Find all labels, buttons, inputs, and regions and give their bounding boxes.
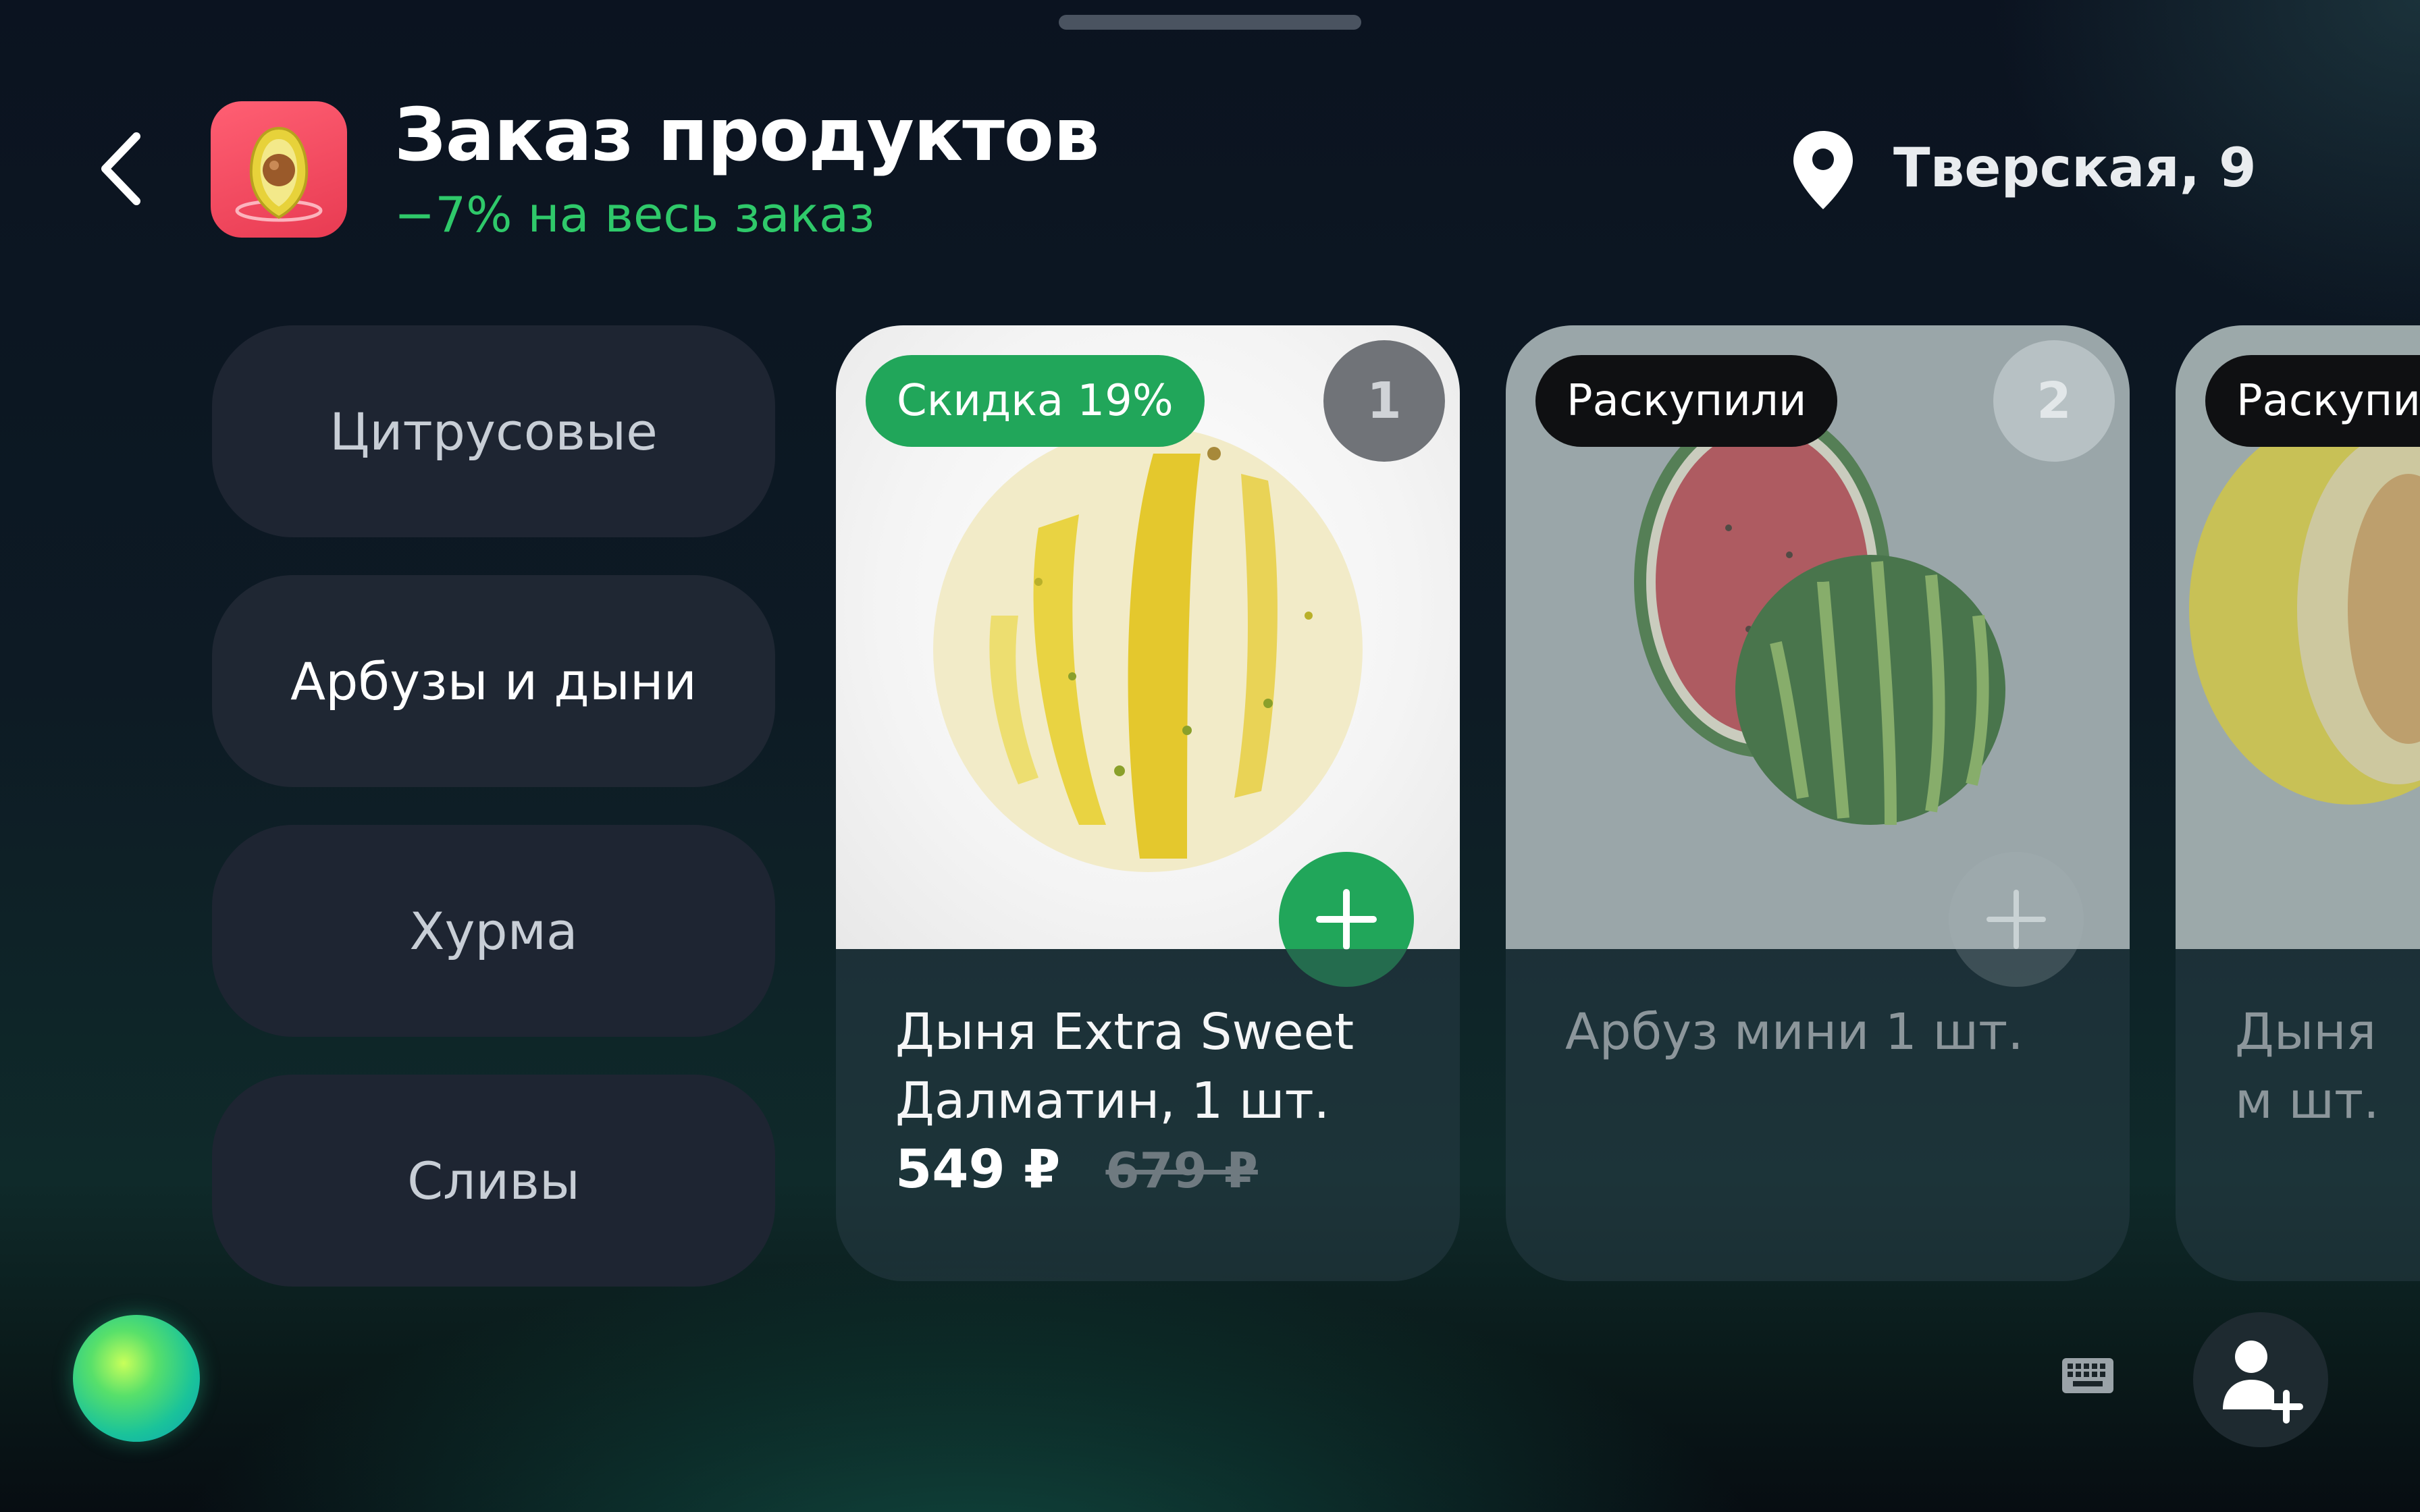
- product-name: Дыня Extra Sweet Далматин, 1 шт.: [895, 1003, 1354, 1130]
- old-price: 679 ₽: [1105, 1142, 1258, 1199]
- app-icon: [211, 101, 347, 238]
- category-label: Цитрусовые: [330, 401, 658, 462]
- category-plums[interactable]: Сливы: [212, 1075, 775, 1287]
- item-number-badge: 1: [1323, 340, 1445, 462]
- category-label: Хурма: [409, 900, 578, 961]
- current-price: 549 ₽: [895, 1139, 1061, 1200]
- category-watermelons-melons[interactable]: Арбузы и дыни: [212, 575, 775, 787]
- back-button[interactable]: [95, 128, 149, 209]
- category-persimmon[interactable]: Хурма: [212, 825, 775, 1037]
- item-number-badge: 2: [1993, 340, 2115, 462]
- assistant-orb-icon[interactable]: [73, 1315, 200, 1442]
- sold-out-badge: Раскупили: [1535, 355, 1838, 447]
- product-name: Дыня м шт.: [2235, 1003, 2379, 1130]
- sold-out-badge: Раскупили: [2205, 355, 2420, 447]
- discount-badge: Скидка 19%: [866, 355, 1205, 447]
- back-chevron-icon: [101, 132, 140, 205]
- category-label: Сливы: [407, 1150, 580, 1211]
- keyboard-icon[interactable]: [2061, 1357, 2115, 1395]
- plus-icon: [1987, 890, 2046, 949]
- avocado-app-icon: [235, 126, 323, 222]
- product-price: 549 ₽ 679 ₽: [895, 1139, 1258, 1200]
- category-citrus[interactable]: Цитрусовые: [212, 325, 775, 537]
- add-user-button[interactable]: [2193, 1312, 2328, 1447]
- page-title: Заказ продуктов: [394, 93, 1099, 178]
- location-pin-icon[interactable]: [1789, 128, 1857, 212]
- product-card[interactable]: Раскупили Дыня м шт.: [2176, 325, 2420, 1281]
- add-user-icon: [2223, 1341, 2303, 1424]
- product-card[interactable]: Скидка 19% 1 Дыня Extra Sweet Далматин, …: [836, 325, 1460, 1281]
- drag-handle[interactable]: [1059, 15, 1361, 30]
- product-card[interactable]: Раскупили 2 Арбуз мини 1 шт.: [1506, 325, 2130, 1281]
- plus-icon: [1316, 889, 1377, 950]
- product-name: Арбуз мини 1 шт.: [1565, 1003, 2024, 1061]
- category-label: Арбузы и дыни: [290, 651, 697, 711]
- discount-subtitle: −7% на весь заказ: [394, 186, 875, 243]
- delivery-address[interactable]: Тверская, 9: [1893, 136, 2257, 199]
